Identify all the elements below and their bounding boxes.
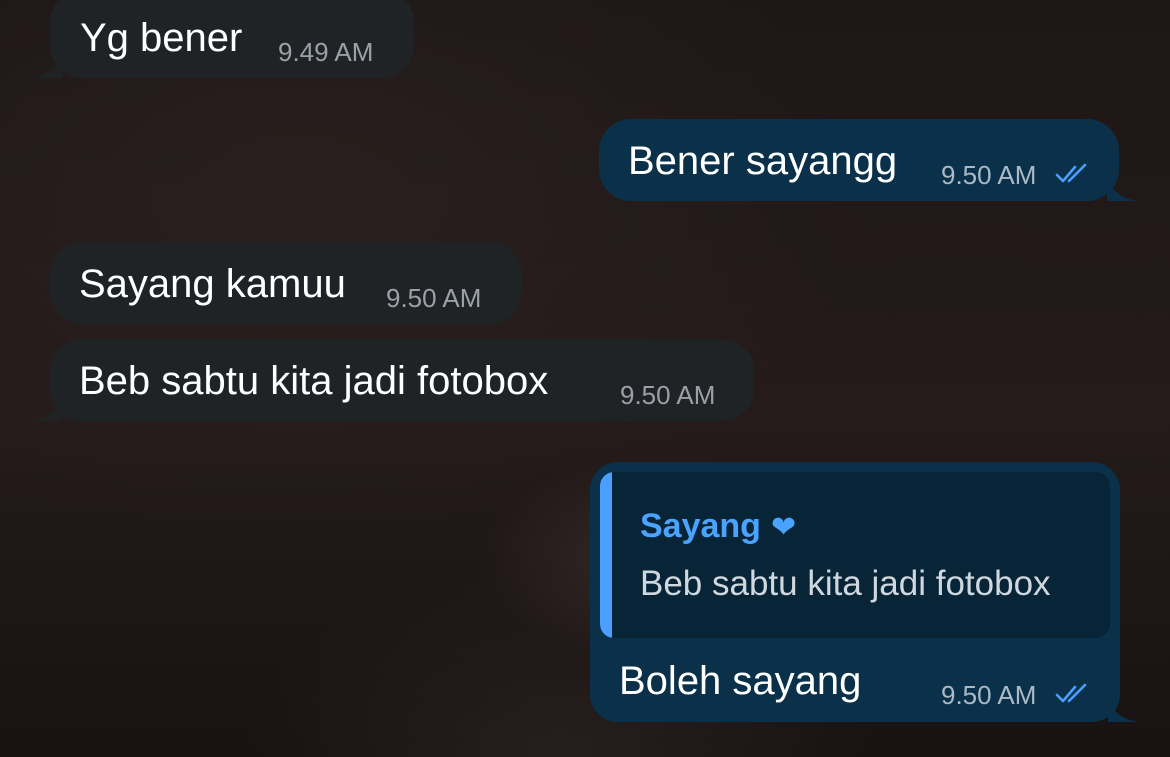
bubble-tail bbox=[32, 393, 62, 421]
message-time: 9.50 AM bbox=[386, 283, 482, 313]
message-text: Boleh sayang bbox=[619, 659, 862, 703]
message-text: Beb sabtu kita jadi fotobox bbox=[79, 359, 549, 403]
message-text: Yg bener bbox=[80, 16, 243, 60]
message-bubble-incoming[interactable]: Yg bener 9.49 AM bbox=[32, 0, 414, 78]
message-text: Sayang kamuu bbox=[79, 262, 346, 306]
double-check-icon bbox=[1055, 163, 1087, 183]
heart-icon: ❤ bbox=[770, 511, 797, 544]
reply-quote[interactable]: Sayang ❤ Beb sabtu kita jadi fotobox bbox=[600, 472, 1110, 638]
message-bubble-outgoing[interactable]: Bener sayangg 9.50 AM bbox=[599, 119, 1137, 201]
message-bubble-outgoing-reply[interactable]: Sayang ❤ Beb sabtu kita jadi fotobox Bole… bbox=[590, 462, 1138, 722]
reply-quote-sender: Sayang ❤ bbox=[640, 506, 796, 548]
message-text: Bener sayangg bbox=[628, 139, 898, 183]
message-bubble-incoming[interactable]: Beb sabtu kita jadi fotobox 9.50 AM bbox=[32, 339, 754, 421]
reply-quote-text: Beb sabtu kita jadi fotobox bbox=[640, 564, 1051, 603]
message-time: 9.50 AM bbox=[620, 380, 716, 410]
message-time: 9.50 AM bbox=[941, 680, 1037, 710]
message-time: 9.49 AM bbox=[278, 37, 374, 67]
double-check-icon bbox=[1055, 683, 1087, 703]
message-bubble-incoming[interactable]: Sayang kamuu 9.50 AM bbox=[50, 242, 522, 324]
message-time: 9.50 AM bbox=[941, 160, 1037, 190]
bubble-tail bbox=[1108, 694, 1138, 722]
bubble-tail bbox=[1107, 173, 1137, 201]
reply-quote-bar bbox=[600, 472, 612, 638]
bubble-tail bbox=[32, 50, 62, 78]
reply-quote-sender-name: Sayang bbox=[640, 507, 761, 545]
